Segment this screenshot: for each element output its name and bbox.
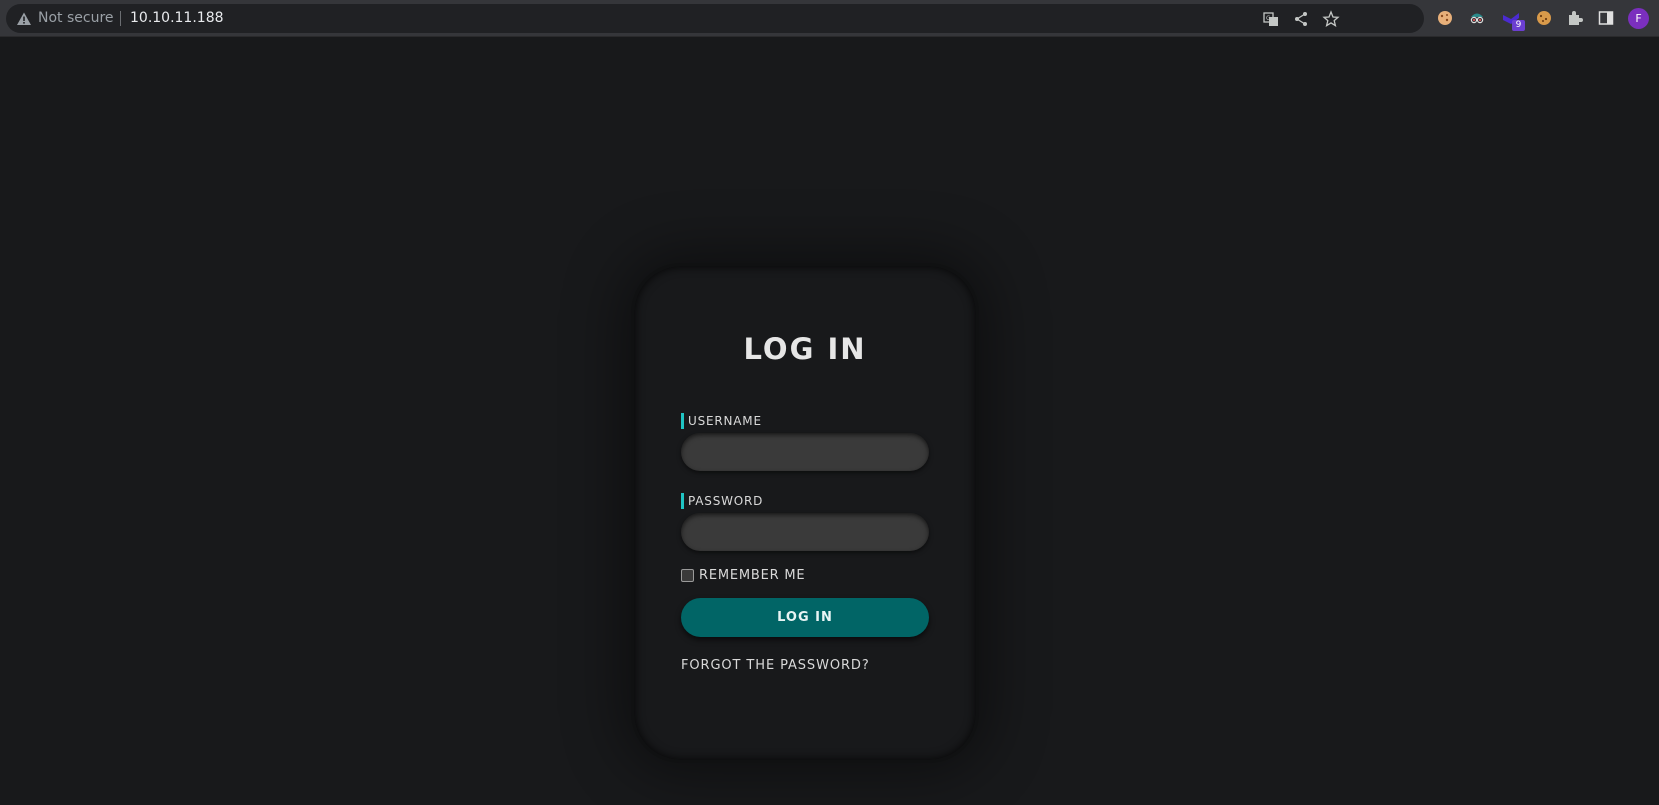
bookmark-star-icon[interactable] xyxy=(1322,10,1340,28)
url-text[interactable]: 10.10.11.188 xyxy=(130,9,224,28)
share-icon[interactable] xyxy=(1292,10,1310,28)
remember-me-checkbox[interactable] xyxy=(681,569,694,582)
login-button[interactable]: LOG IN xyxy=(681,598,929,637)
address-bar[interactable]: Not secure 10.10.11.188 G xyxy=(6,4,1424,33)
extensions-puzzle-icon[interactable] xyxy=(1566,9,1584,27)
profile-avatar[interactable]: F xyxy=(1628,8,1649,29)
translate-icon[interactable]: G xyxy=(1262,10,1280,28)
extension-badge: 9 xyxy=(1512,20,1525,31)
username-label: USERNAME xyxy=(681,413,762,429)
remember-me-row[interactable]: REMEMBER ME xyxy=(681,568,805,583)
login-title: LOG IN xyxy=(743,332,867,366)
login-card: LOG IN USERNAME PASSWORD REMEMBER ME LOG… xyxy=(631,263,979,763)
security-status[interactable]: Not secure xyxy=(38,9,114,28)
password-input[interactable] xyxy=(681,513,929,551)
password-label: PASSWORD xyxy=(681,493,763,509)
cookie-editor-extension-icon[interactable] xyxy=(1535,9,1553,27)
remember-me-label[interactable]: REMEMBER ME xyxy=(699,568,805,583)
svg-text:G: G xyxy=(1266,15,1271,22)
warning-icon[interactable] xyxy=(16,11,32,27)
username-input[interactable] xyxy=(681,433,929,471)
cookie-extension-icon[interactable] xyxy=(1436,9,1454,27)
spy-extension-icon[interactable] xyxy=(1468,9,1486,27)
browser-toolbar: Not secure 10.10.11.188 G 9 F xyxy=(0,0,1659,37)
forgot-password-link[interactable]: FORGOT THE PASSWORD? xyxy=(681,658,870,673)
side-panel-icon[interactable] xyxy=(1597,9,1615,27)
address-separator xyxy=(120,11,121,26)
